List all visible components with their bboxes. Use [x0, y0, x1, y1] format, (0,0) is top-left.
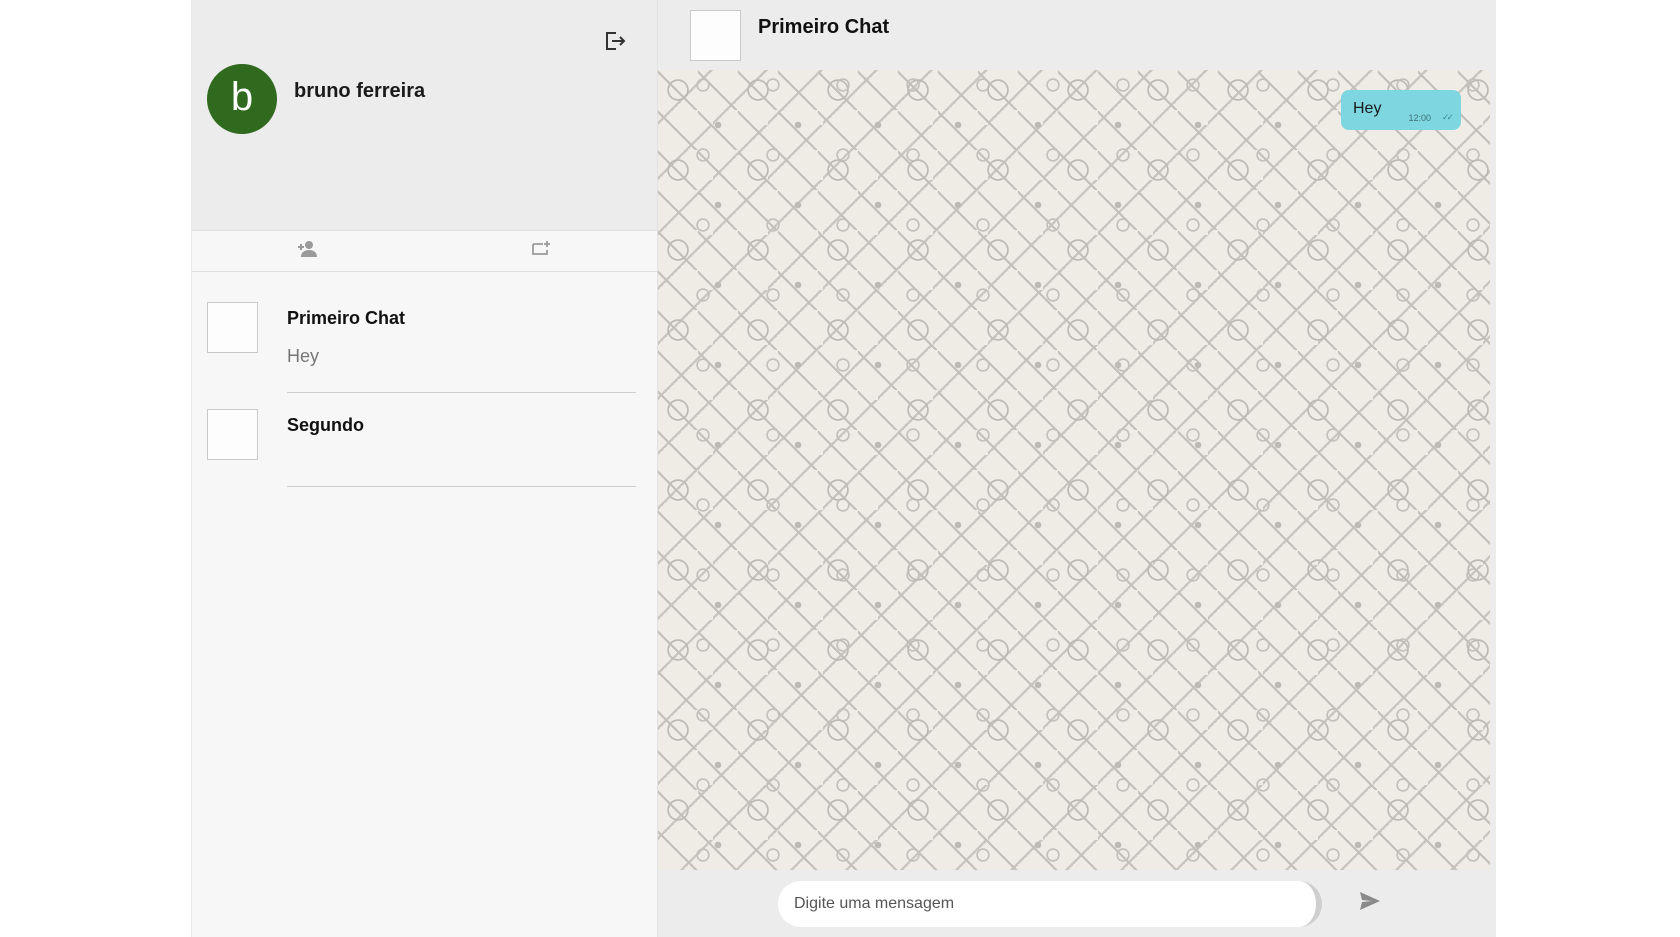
message-bubble[interactable]: Hey 12:00 ✓✓: [1341, 90, 1461, 130]
chat-list-item-segundo[interactable]: Segundo: [192, 393, 657, 487]
message-time: 12:00: [1408, 113, 1431, 123]
chat-header-thumbnail[interactable]: [690, 10, 741, 61]
send-button[interactable]: [1355, 889, 1385, 919]
chat-app: b bruno ferreira Primeiro Chat Hey Segun…: [191, 0, 1496, 937]
chat-list-item-primeiro-chat[interactable]: Primeiro Chat Hey: [192, 286, 657, 393]
chat-panel: Primeiro Chat Hey 12:00 ✓✓: [658, 0, 1496, 937]
chat-header: Primeiro Chat: [658, 0, 1496, 70]
avatar-letter: b: [230, 75, 254, 119]
profile-name: bruno ferreira: [294, 80, 426, 102]
logout-icon[interactable]: [601, 28, 627, 54]
new-chat-icon: [530, 239, 552, 264]
chat-item-title: Primeiro Chat: [287, 308, 406, 328]
message-area[interactable]: Hey 12:00 ✓✓: [658, 70, 1490, 870]
message-text: Hey: [1353, 100, 1382, 117]
chat-list: Primeiro Chat Hey Segundo: [192, 272, 657, 937]
chat-item-title: Segundo: [287, 415, 364, 435]
message-input[interactable]: [778, 880, 1322, 927]
contacts-button[interactable]: [192, 231, 425, 271]
send-icon: [1358, 890, 1382, 917]
chat-header-title: Primeiro Chat: [758, 16, 890, 38]
profile-panel: b bruno ferreira: [192, 0, 657, 231]
person-add-icon: [297, 239, 319, 264]
read-check-icon: ✓✓: [1441, 112, 1454, 122]
message-composer: [658, 870, 1496, 937]
chat-thumbnail: [207, 409, 258, 460]
chat-item-text: Primeiro Chat Hey: [287, 286, 636, 393]
sidebar: b bruno ferreira Primeiro Chat Hey Segun…: [191, 0, 658, 937]
new-chat-button[interactable]: [425, 231, 658, 271]
sidebar-tabs: [192, 231, 657, 272]
avatar[interactable]: b: [207, 64, 277, 134]
chat-item-last-message: Hey: [287, 346, 320, 366]
chat-item-text: Segundo: [287, 393, 636, 487]
chat-thumbnail: [207, 302, 258, 353]
